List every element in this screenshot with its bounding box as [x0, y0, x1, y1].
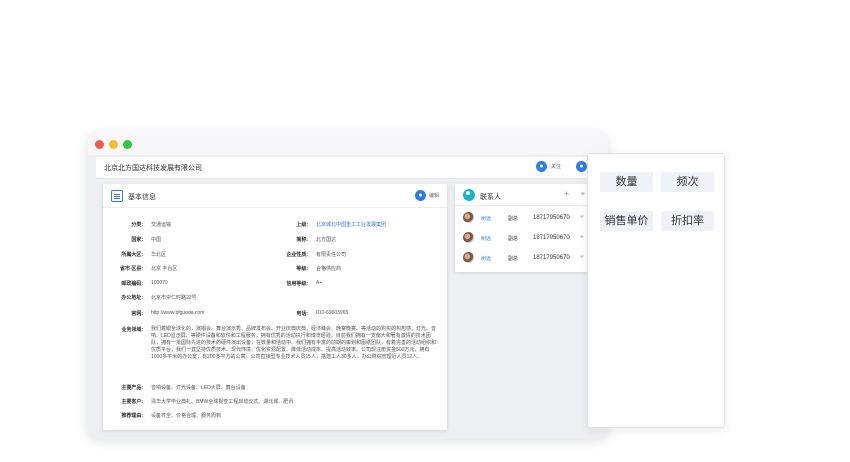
field-label: 电话: [296, 311, 308, 317]
follow-label: 关注 [551, 164, 562, 170]
field-value: 010-69603965 [316, 310, 349, 316]
contact-role: 副总 [508, 216, 519, 222]
field-label: 上级: [296, 222, 308, 228]
field-label: 办公地址: [121, 295, 143, 301]
minimize-window-button[interactable] [109, 140, 118, 149]
link-icon[interactable]: ⚭ [579, 233, 585, 241]
metric-chip-discount-rate[interactable]: 折扣率 [661, 211, 714, 231]
contact-row: 树远 副总 18717950670 ⚭ [463, 210, 603, 226]
person-icon: ● [576, 161, 587, 172]
field-label: 企业性质: [286, 252, 308, 258]
contact-name-link[interactable]: 树远 [481, 235, 491, 242]
metric-chip-unit-price[interactable]: 销售单价 [600, 211, 653, 231]
contacts-title: 联系人 [480, 194, 501, 201]
field-label: 推荐理由: [121, 413, 143, 419]
field-label: 主要客户: [121, 399, 143, 405]
field-value: 中国 [151, 237, 162, 243]
avatar [463, 232, 474, 243]
field-label: 简称: [296, 237, 308, 243]
company-name: 北京北方国达科技发展有限公司 [104, 165, 202, 172]
contact-phone: 18717950670 [533, 235, 570, 241]
basic-info-title: 基本信息 [128, 194, 156, 201]
company-header: 北京北方国达科技发展有限公司 ● 关注 ● [96, 157, 608, 179]
link-icon[interactable]: ⚭ [579, 213, 585, 221]
contact-role: 副总 [508, 256, 519, 262]
field-value: 合格供应商 [316, 266, 342, 272]
metric-chip-quantity[interactable]: 数量 [600, 172, 653, 192]
field-label: 邮政编码: [121, 281, 143, 287]
field-label: 国家: [131, 237, 143, 243]
basic-info-card: 基本信息 ● 编辑 分类: 交通运输 国家: 中国 所属大区: 华北区 省市 区… [103, 184, 447, 430]
field-value: 清华大学毕业典礼、BMW全球报查工程启动仪式、湖北城、肥讯 [151, 399, 294, 405]
field-value: 北京 丰台区 [151, 266, 178, 272]
field-value: A+ [316, 280, 323, 286]
field-value: 设备齐全、价格合理、服务周到 [151, 413, 222, 419]
person-icon: ● [536, 161, 547, 172]
field-value: 音响设备、灯光设备、LED大屏、舞台设备 [151, 385, 246, 391]
contacts-header: 联系人 + ⚭ [455, 184, 608, 206]
avatar [463, 252, 474, 263]
field-label: 省市 区县: [119, 266, 143, 272]
contacts-icon [463, 189, 475, 201]
field-value: 北方国达 [316, 237, 337, 243]
contact-name-link[interactable]: 树远 [481, 215, 491, 222]
document-icon [111, 190, 123, 202]
maximize-window-button[interactable] [123, 140, 132, 149]
window-titlebar [88, 133, 608, 155]
field-label: 信用等级: [286, 281, 308, 287]
follow-button[interactable]: ● 关注 [536, 161, 561, 172]
field-value: 华北区 [151, 252, 167, 258]
contact-row: 树远 副总 18717950670 ⚭ [463, 230, 603, 246]
business-description: 我们着眼全球化的，演唱会、舞台演示秀、品牌发布会、开业庆典庆典、经济峰会、晚宴晚… [151, 326, 437, 360]
link-icon[interactable]: ⚭ [580, 190, 586, 198]
parent-company-link[interactable]: 北京城北中国重工工业发展集团 [316, 221, 386, 228]
field-label: 主要产品: [121, 385, 143, 391]
basic-info-header: 基本信息 ● 编辑 [103, 184, 447, 208]
close-window-button[interactable] [95, 140, 104, 149]
metric-panel: 数量 频次 销售单价 折扣率 [587, 153, 725, 428]
contacts-card: 联系人 + ⚭ 树远 副总 18717950670 ⚭ 树远 副总 187179… [455, 184, 608, 272]
avatar [463, 212, 474, 223]
contact-name-link[interactable]: 树远 [481, 255, 491, 262]
edit-icon: ● [414, 190, 426, 201]
field-label: 业务领域: [121, 327, 143, 333]
metric-chip-frequency[interactable]: 频次 [661, 172, 714, 192]
link-icon[interactable]: ⚭ [579, 253, 585, 261]
edit-button[interactable]: ● 编辑 [414, 190, 439, 201]
field-label: 等级: [296, 266, 308, 272]
field-value: 100070 [151, 280, 168, 286]
app-window: 北京北方国达科技发展有限公司 ● 关注 ● 基本信息 ● 编辑 分类: 交通运输… [88, 133, 608, 439]
plus-icon[interactable]: + [564, 189, 569, 199]
edit-label: 编辑 [428, 193, 439, 199]
contact-role: 副总 [508, 236, 519, 242]
contact-phone: 18717950670 [533, 255, 570, 261]
field-value: 有限责任公司 [316, 252, 347, 258]
website-link[interactable]: http://www.bfguoda.com [151, 310, 204, 316]
field-value: 交通运输 [151, 222, 172, 228]
field-label: 官网: [131, 311, 143, 317]
field-value: 北京市崇仁时路22号 [151, 295, 197, 301]
field-label: 分类: [131, 222, 143, 228]
field-label: 所属大区: [121, 252, 143, 258]
contact-phone: 18717950670 [533, 215, 570, 221]
contact-row: 树远 副总 18717950670 ⚭ [463, 250, 603, 266]
more-button[interactable]: ● [576, 161, 587, 172]
